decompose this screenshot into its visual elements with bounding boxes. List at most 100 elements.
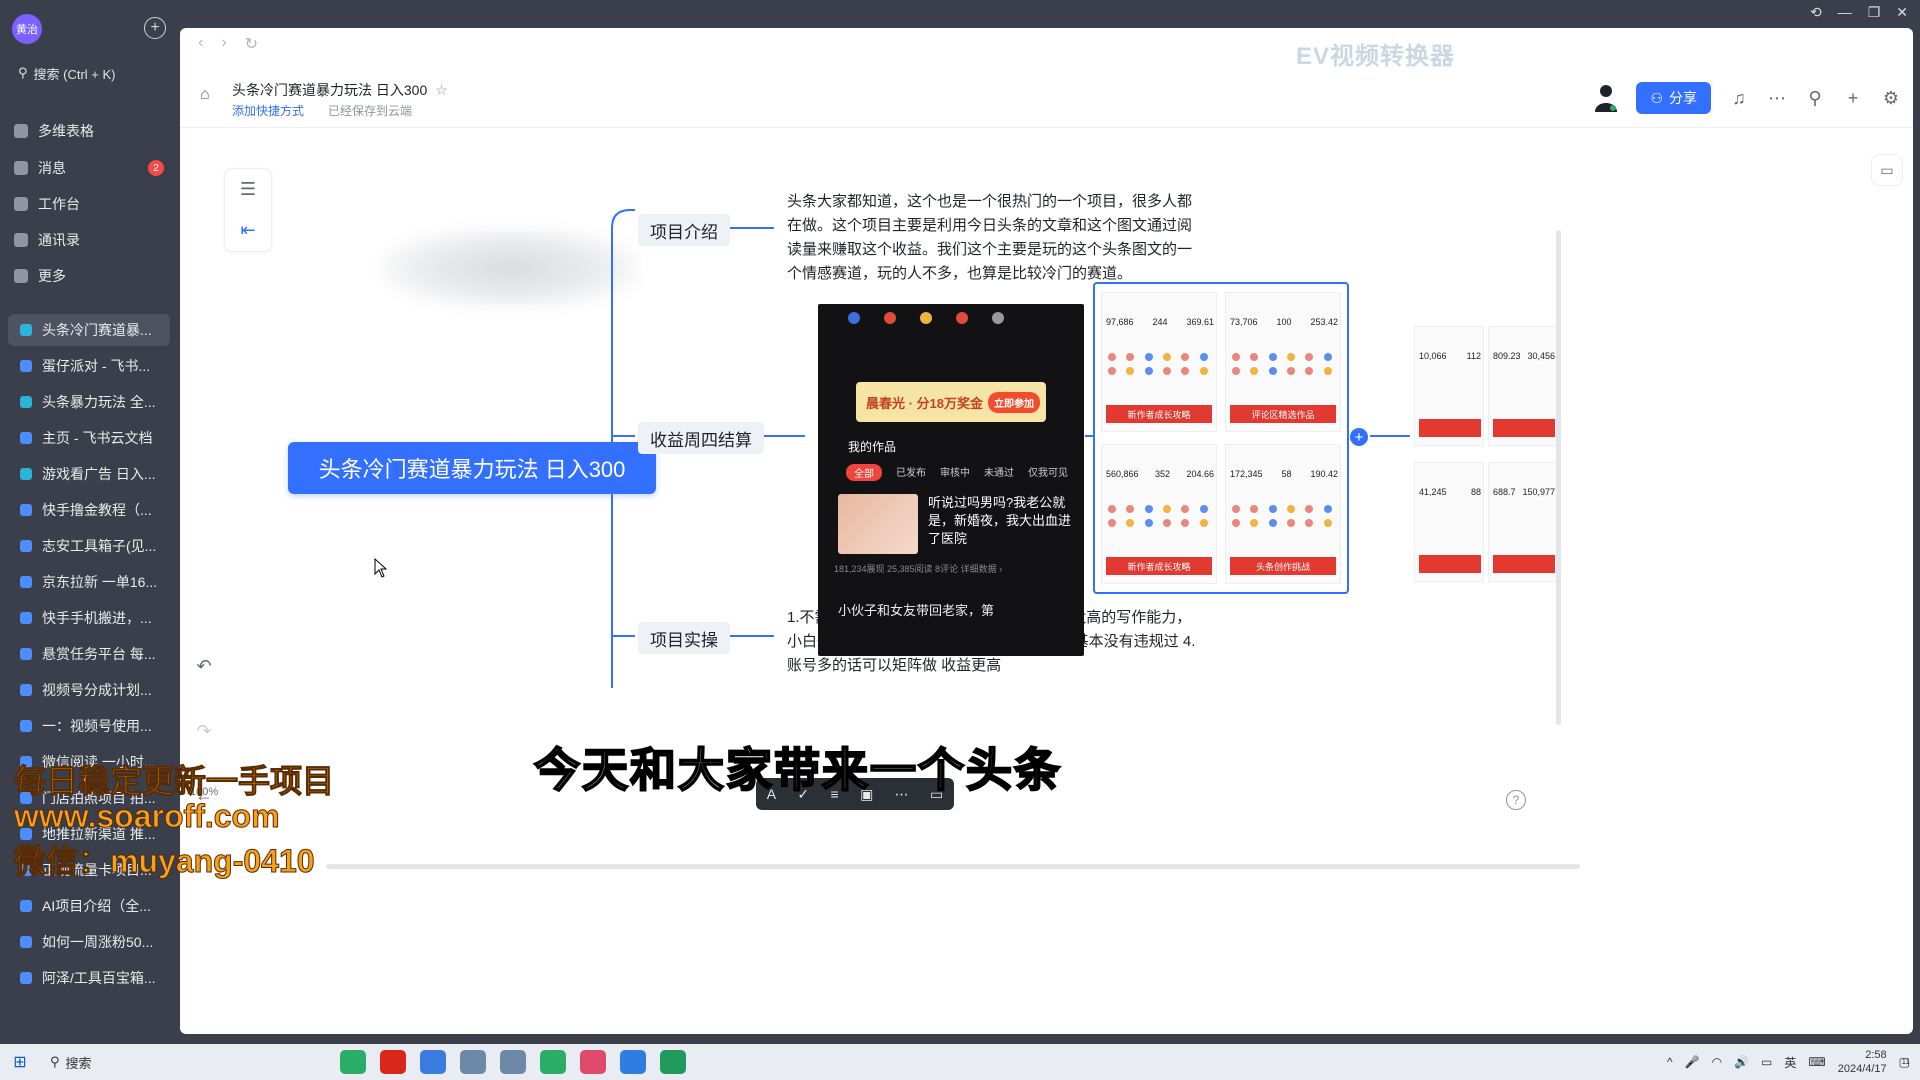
feature-icon (1108, 505, 1116, 513)
sidebar-doc-item[interactable]: AI项目介绍（全... (8, 890, 170, 922)
notification-icon[interactable]: ▢ 11 (1899, 1055, 1910, 1069)
promo-line-2: www.soaroff.com (14, 798, 281, 835)
feature-icon (1232, 353, 1240, 361)
stats-red-button: 新作者成长攻略 (1106, 557, 1212, 575)
taskbar-app-icon[interactable] (580, 1050, 606, 1074)
microphone-icon[interactable]: 🎤 (1685, 1055, 1700, 1069)
sidebar-doc-item[interactable]: 京东拉新 一单16... (8, 566, 170, 598)
sidebar-doc-item[interactable]: 蛋仔派对 - 飞书... (8, 350, 170, 382)
sidebar-item-workspace[interactable]: 工作台 (14, 191, 80, 217)
branch-intro[interactable]: 项目介绍 (638, 214, 730, 246)
sidebar-doc-label: 悬赏任务平台 每... (42, 646, 156, 662)
mindmap-root-node[interactable]: 头条冷门赛道暴力玩法 日入300 (288, 442, 656, 494)
maximize-icon[interactable]: ❐ (1868, 4, 1881, 21)
sidebar-doc-item[interactable]: 主页 - 飞书云文档 (8, 422, 170, 454)
window-controls: ⟲ — ❐ ✕ (1810, 0, 1920, 24)
horizontal-scrollbar[interactable] (326, 864, 1580, 869)
doc-icon (20, 504, 32, 516)
sidebar-doc-item[interactable]: 悬赏任务平台 每... (8, 638, 170, 670)
sidebar-doc-label: 头条冷门赛道暴... (42, 322, 152, 338)
volume-icon[interactable]: 🔊 (1734, 1055, 1749, 1069)
sidebar-doc-label: 快手手机搬进，... (42, 610, 152, 626)
taskbar-app-icon[interactable] (660, 1050, 686, 1074)
minimize-icon[interactable]: — (1838, 4, 1852, 20)
redo-icon[interactable]: ↷ (196, 721, 211, 742)
stats-number: 244 (1152, 317, 1168, 327)
stats-panel: 560,866 352 204.66 新作者成长攻略 (1101, 444, 1217, 584)
sidebar-doc-item[interactable]: 阿泽/工具百宝箱... (8, 962, 170, 994)
sidebar-item-bitable[interactable]: 多维表格 (14, 118, 94, 144)
feature-icon (1323, 353, 1332, 361)
works-label: 我的作品 (848, 440, 897, 454)
stats-screenshot-image[interactable]: 97,686 244 369.61 新作者成长攻略 73,706 100 253.42 评论区… (1093, 282, 1349, 594)
add-node-button[interactable]: + (1350, 428, 1368, 446)
stats-screenshot-image-2[interactable]: 10,066 112 809.23 30,456 41,245 88 688.7 150,97… (1410, 322, 1560, 582)
search-label: 搜索 (Ctrl + K) (33, 66, 116, 82)
feature-icon (1162, 519, 1171, 527)
feature-icon (1126, 367, 1135, 375)
sidebar-item-messages[interactable]: 消息 (14, 155, 66, 181)
branch-settlement[interactable]: 收益周四结算 (638, 422, 764, 454)
feature-icon (1250, 367, 1259, 375)
taskbar-app-icon[interactable] (380, 1050, 406, 1074)
feature-icon (1162, 505, 1171, 513)
stats-number: 809.23 (1493, 351, 1521, 361)
taskbar-app-icon[interactable] (340, 1050, 366, 1074)
feature-icon (1144, 367, 1153, 375)
vertical-scrollbar[interactable] (1556, 230, 1561, 725)
sidebar-doc-item[interactable]: 游戏看广告 日入... (8, 458, 170, 490)
search-input[interactable]: ⚲ 搜索 (Ctrl + K) (10, 60, 170, 86)
sidebar-doc-item[interactable]: 快手撸金教程（... (8, 494, 170, 526)
feature-icon (1268, 505, 1277, 513)
sidebar-item-contacts[interactable]: 通讯录 (14, 227, 80, 253)
doc-icon (20, 972, 32, 984)
clock[interactable]: 2:58 2024/4/17 (1838, 1048, 1887, 1076)
phone-screenshot-image[interactable]: 晨春光 · 分18万奖金 立即参加 我的作品 全部 已发布 审核中 未通过 仅我… (818, 304, 1084, 656)
feature-icon (1144, 353, 1153, 361)
feature-icon (1126, 353, 1135, 361)
article-meta: 181,234展现 25,385阅读 8评论 详细数据 › (834, 564, 1003, 574)
keyboard-icon[interactable]: ⌨ (1808, 1055, 1825, 1069)
stats-panel: 10,066 112 (1414, 326, 1484, 446)
stats-number: 112 (1466, 351, 1481, 361)
sidebar-doc-item[interactable]: 头条冷门赛道暴... (8, 314, 170, 346)
feature-icon (1144, 519, 1153, 527)
stats-panel: 41,245 88 (1414, 462, 1484, 582)
undo-icon[interactable]: ↶ (196, 656, 211, 677)
table-icon (14, 124, 28, 138)
doc-icon (20, 468, 32, 480)
windows-start-icon[interactable]: ⊞ (0, 1044, 40, 1080)
sidebar-item-more[interactable]: 更多 (14, 263, 66, 289)
sidebar-doc-item[interactable]: 如何一周涨粉50... (8, 926, 170, 958)
sidebar-doc-label: 视频号分成计划... (42, 682, 152, 698)
sidebar-item-label: 工作台 (38, 196, 80, 212)
sidebar-doc-item[interactable]: 快手手机搬进，... (8, 602, 170, 634)
ime-indicator[interactable]: 英 (1784, 1054, 1796, 1071)
taskbar-app-icon[interactable] (460, 1050, 486, 1074)
taskbar-app-icon[interactable] (420, 1050, 446, 1074)
battery-icon[interactable]: ▭ (1761, 1055, 1772, 1069)
stats-red-button: 评论区精选作品 (1230, 405, 1336, 423)
sidebar-doc-item[interactable]: 志安工具箱子(见... (8, 530, 170, 562)
taskbar-app-icon[interactable] (540, 1050, 566, 1074)
sidebar-doc-label: 如何一周涨粉50... (42, 934, 154, 950)
avatar[interactable]: 黄治 (12, 14, 42, 44)
sidebar-doc-item[interactable]: 视频号分成计划... (8, 674, 170, 706)
wifi-icon[interactable]: ◠ (1712, 1055, 1722, 1069)
new-item-button[interactable]: + (144, 17, 166, 39)
close-icon[interactable]: ✕ (1896, 4, 1908, 21)
unread-badge: 2 (148, 160, 164, 176)
feature-icon (1286, 367, 1295, 375)
sidebar-doc-item[interactable]: 一：视频号使用... (8, 710, 170, 742)
taskbar-app-icon[interactable] (500, 1050, 526, 1074)
chevron-up-icon[interactable]: ^ (1667, 1055, 1673, 1069)
stats-red-bar (1419, 555, 1481, 573)
branch-practice[interactable]: 项目实操 (638, 622, 730, 654)
taskbar-app-icon[interactable] (620, 1050, 646, 1074)
history-icon[interactable]: ⟲ (1810, 4, 1822, 21)
help-icon[interactable]: ? (1506, 790, 1526, 810)
sidebar-doc-item[interactable]: 头条暴力玩法 全... (8, 386, 170, 418)
stats-number: 352 (1154, 469, 1171, 479)
taskbar-search[interactable]: ⚲ 搜索 (40, 1048, 132, 1076)
branch-intro-text[interactable]: 头条大家都知道，这个也是一个很热门的一个项目，很多人都在做。这个项目主要是利用今… (787, 190, 1197, 286)
